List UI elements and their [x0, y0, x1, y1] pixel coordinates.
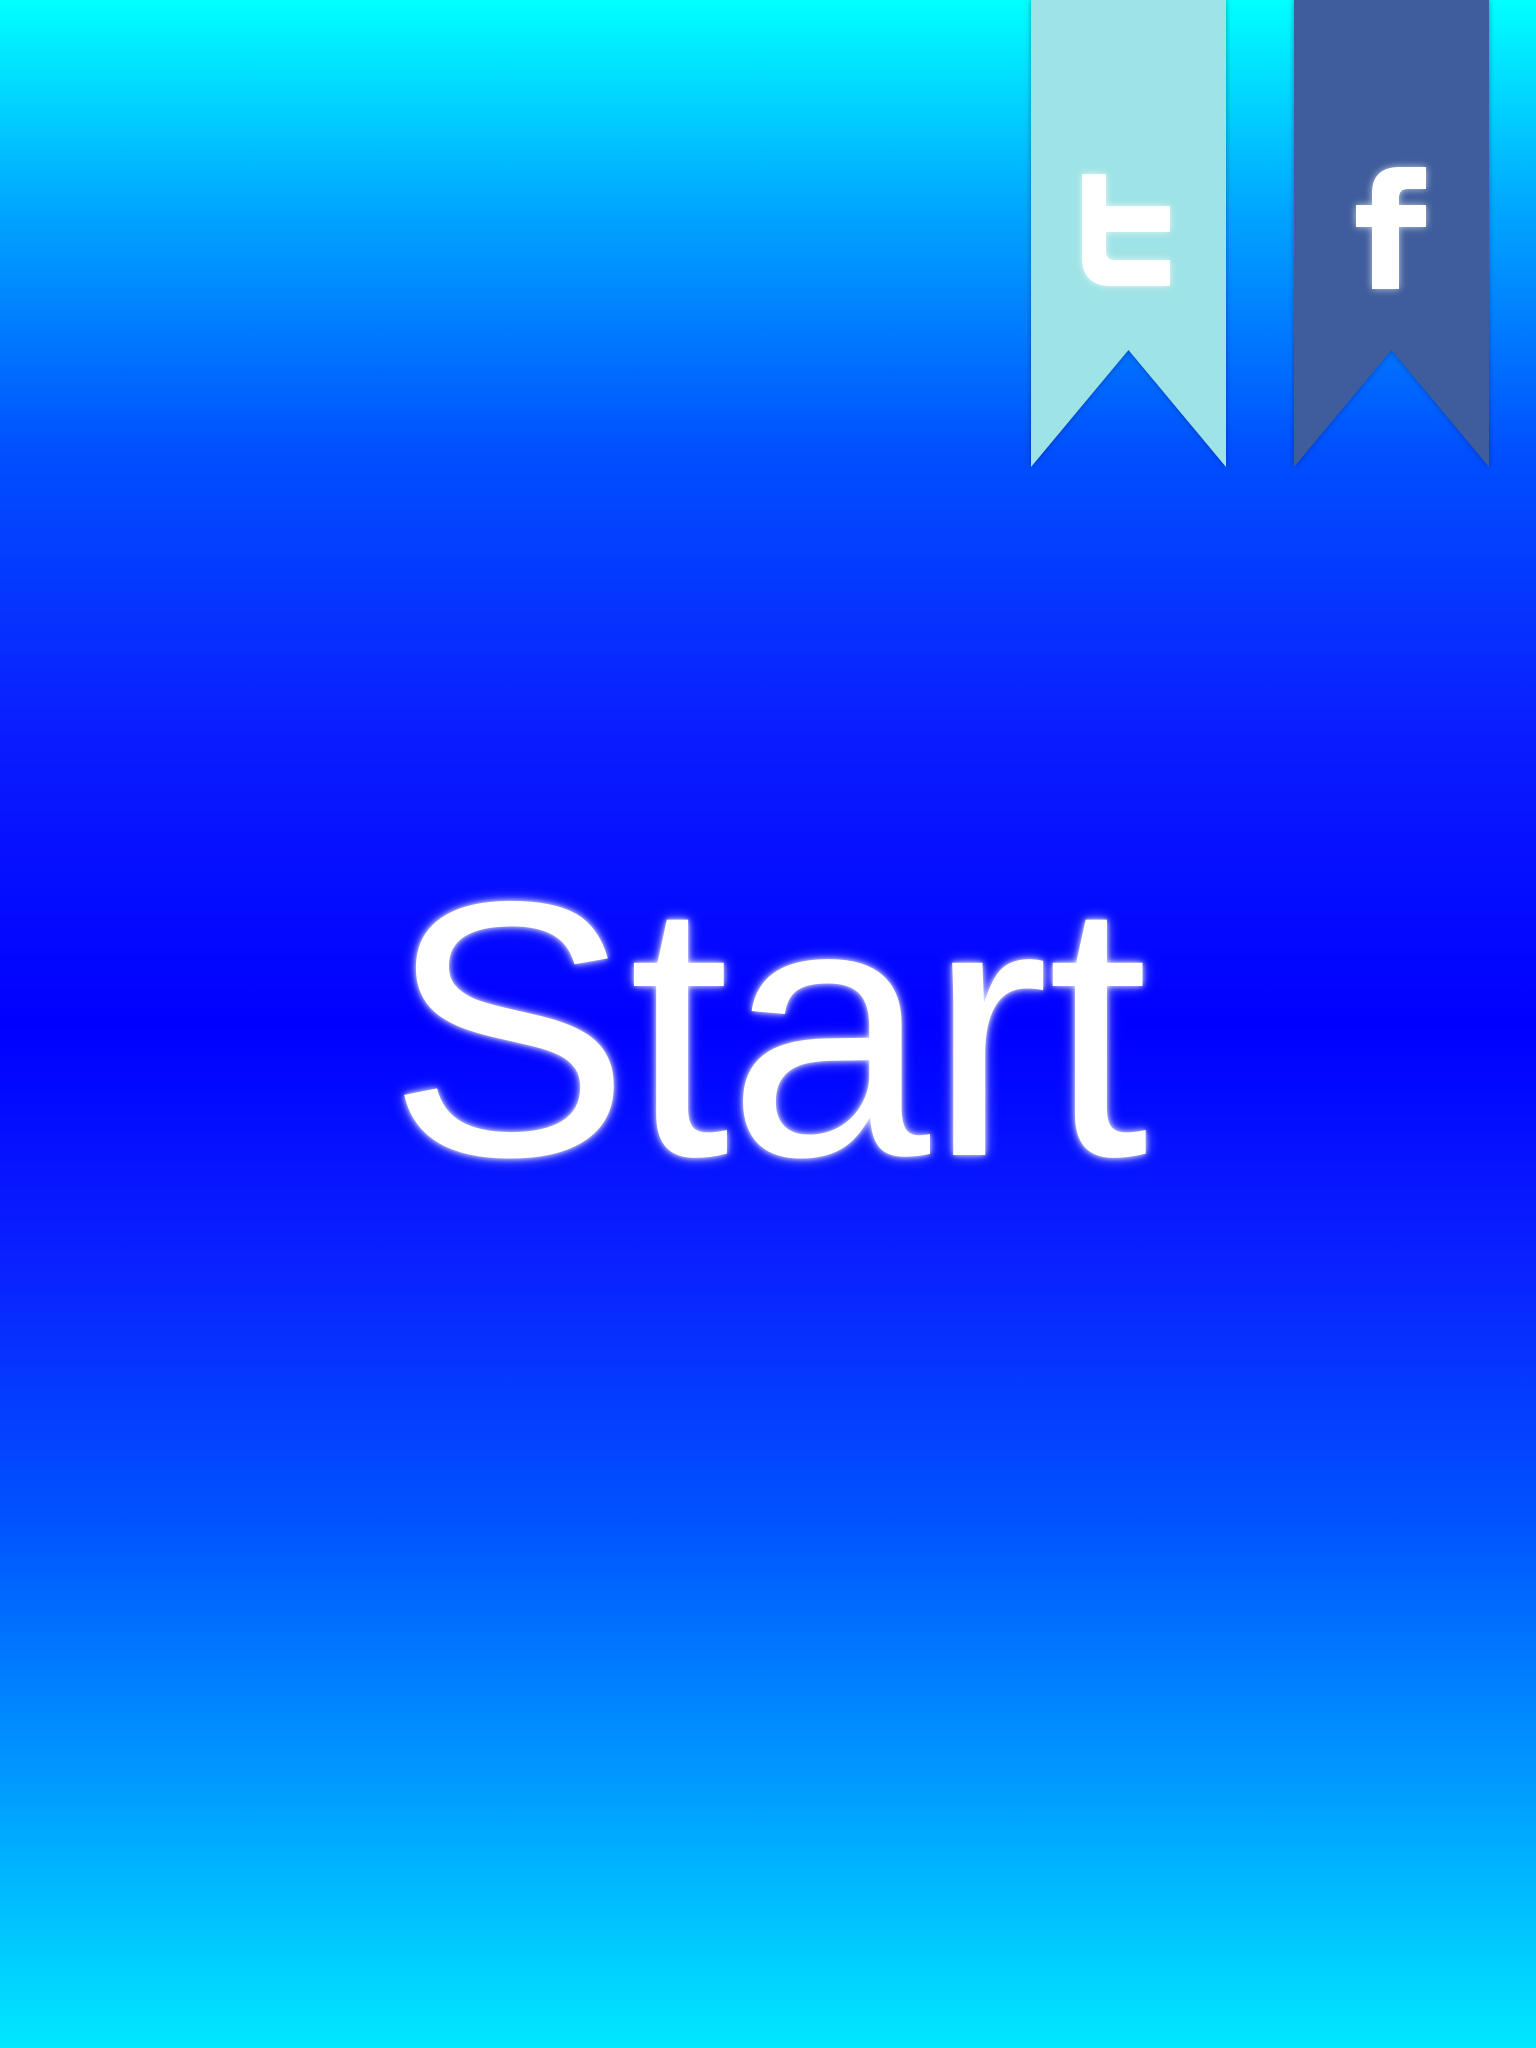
facebook-icon: [1294, 160, 1489, 300]
start-button[interactable]: Start: [0, 848, 1536, 1212]
facebook-share-ribbon[interactable]: [1294, 0, 1489, 467]
start-label: Start: [387, 826, 1149, 1233]
twitter-share-ribbon[interactable]: [1031, 0, 1226, 467]
twitter-icon: [1031, 160, 1226, 300]
